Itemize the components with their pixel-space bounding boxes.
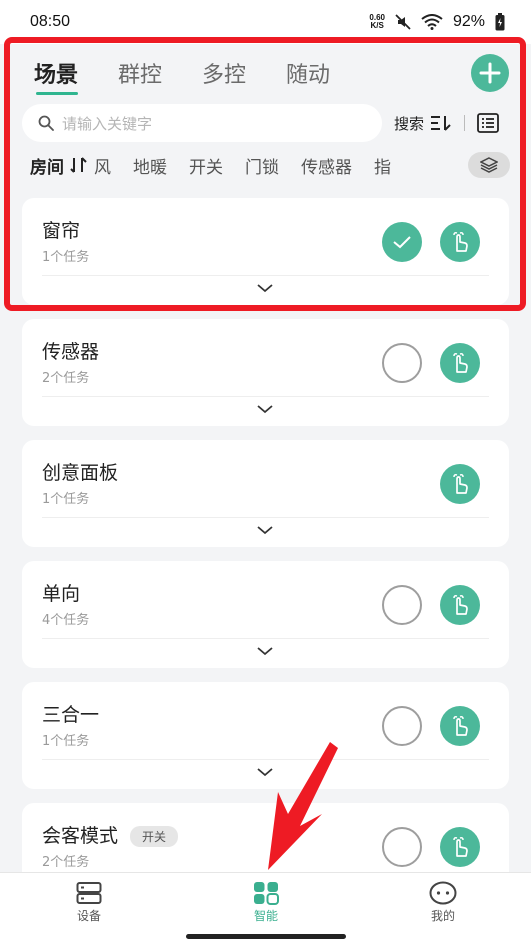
nav-label: 我的 xyxy=(430,909,455,923)
select-circle[interactable] xyxy=(382,343,422,383)
execute-button[interactable] xyxy=(440,343,480,383)
battery-percent: 92% xyxy=(452,13,485,30)
card-title: 创意面板 xyxy=(42,462,119,484)
card-badge: 开关 xyxy=(130,826,179,847)
nav-devices[interactable]: 设备 xyxy=(29,881,149,924)
card-title-row: 会客模式 开关 xyxy=(42,821,179,848)
card-task-count: 1个任务 xyxy=(42,492,90,507)
chevron-down-icon[interactable] xyxy=(256,645,274,657)
device-icon xyxy=(76,882,102,904)
execute-button[interactable] xyxy=(440,585,480,625)
execute-button[interactable] xyxy=(440,706,480,746)
card-title: 传感器 xyxy=(42,341,100,363)
nav-label: 设备 xyxy=(76,909,101,923)
card-task-count: 1个任务 xyxy=(42,734,90,749)
tap-hand-icon xyxy=(453,837,468,857)
red-arrow-annotation xyxy=(268,742,338,870)
card-title: 三合一 xyxy=(42,704,100,726)
execute-button[interactable] xyxy=(440,827,480,867)
status-time: 08:50 xyxy=(30,13,71,30)
home-indicator xyxy=(186,934,346,939)
chevron-down-icon[interactable] xyxy=(256,524,274,536)
select-circle[interactable] xyxy=(382,827,422,867)
profile-icon xyxy=(429,881,457,905)
card-divider xyxy=(42,517,489,518)
card-task-count: 4个任务 xyxy=(42,613,90,628)
card-title: 单向 xyxy=(42,583,81,605)
scene-card[interactable]: 创意面板 1个任务 xyxy=(22,440,509,547)
select-circle[interactable] xyxy=(382,585,422,625)
status-icons: 0.60 K/S 92% xyxy=(369,13,505,31)
select-circle[interactable] xyxy=(382,706,422,746)
scene-card[interactable]: 传感器 2个任务 xyxy=(22,319,509,426)
tap-hand-icon xyxy=(453,595,468,615)
wifi-icon xyxy=(421,14,443,30)
card-task-count: 2个任务 xyxy=(42,855,90,870)
card-divider xyxy=(42,396,489,397)
nav-profile[interactable]: 我的 xyxy=(383,881,503,924)
chevron-down-icon[interactable] xyxy=(256,403,274,415)
card-task-count: 2个任务 xyxy=(42,371,90,386)
nav-label: 智能 xyxy=(253,909,278,923)
battery-icon xyxy=(495,13,505,31)
highlight-box xyxy=(4,37,526,311)
card-title: 会客模式 xyxy=(42,825,119,847)
tap-hand-icon xyxy=(453,353,468,373)
tap-hand-icon xyxy=(453,716,468,736)
net-speed: 0.60 K/S xyxy=(369,13,385,30)
tap-hand-icon xyxy=(453,474,468,494)
card-divider xyxy=(42,638,489,639)
execute-button[interactable] xyxy=(440,464,480,504)
mute-icon xyxy=(395,14,411,30)
scene-card[interactable]: 单向 4个任务 xyxy=(22,561,509,668)
